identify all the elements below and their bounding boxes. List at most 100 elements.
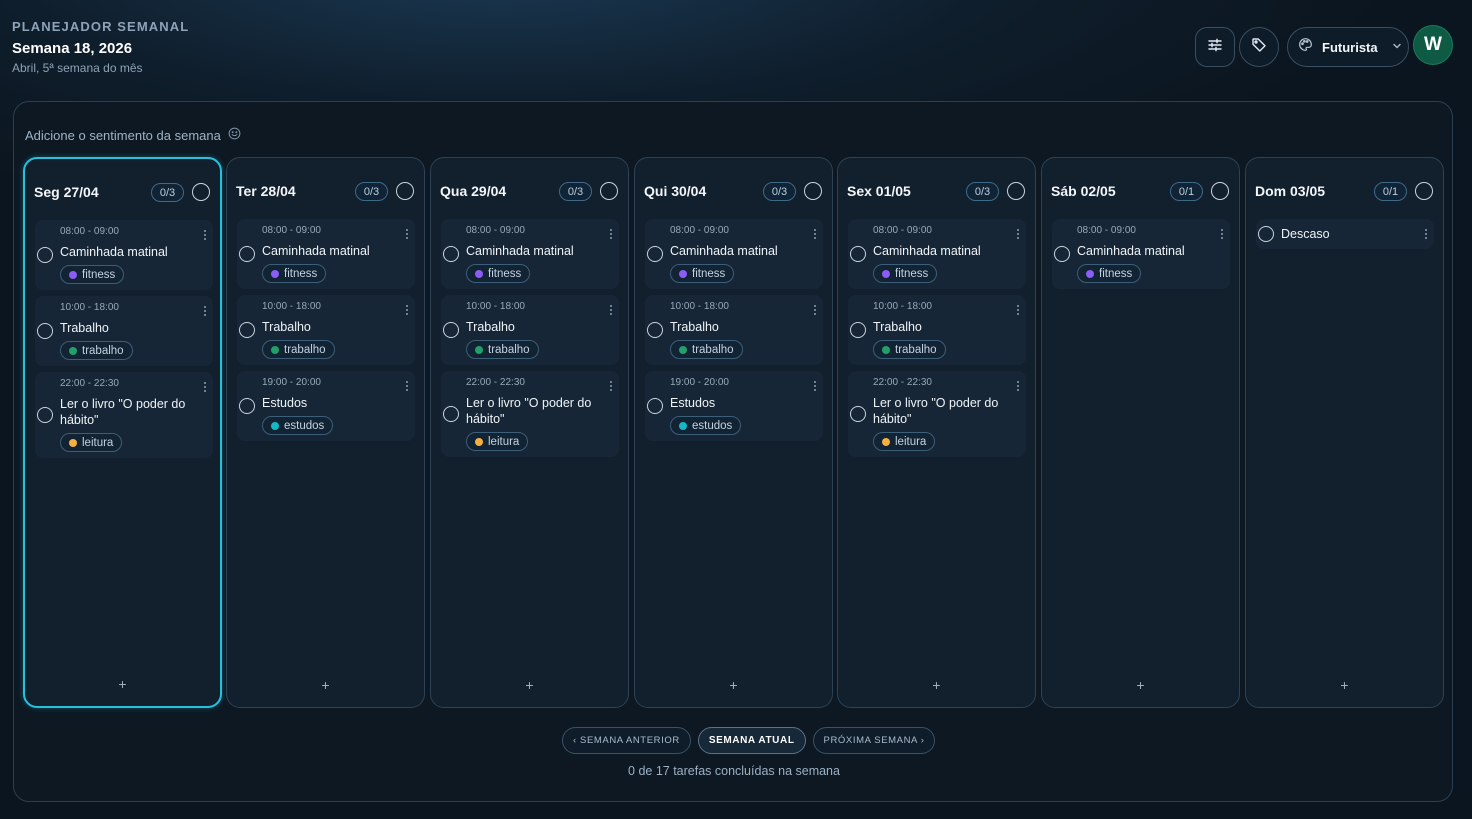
day-complete-checkbox[interactable] xyxy=(600,182,618,200)
task-card[interactable]: 10:00 - 18:00 Trabalho trabalho xyxy=(441,295,619,365)
task-card[interactable]: 22:00 - 22:30 Ler o livro "O poder do háb… xyxy=(441,371,619,457)
task-time: 22:00 - 22:30 xyxy=(60,378,119,389)
tags-button[interactable] xyxy=(1239,27,1279,67)
add-task-button[interactable]: + xyxy=(431,677,628,693)
add-task-button[interactable]: + xyxy=(1042,677,1239,693)
more-vertical-icon[interactable] xyxy=(1220,229,1224,243)
task-checkbox[interactable] xyxy=(37,323,53,339)
task-card[interactable]: 10:00 - 18:00 Trabalho trabalho xyxy=(35,296,213,366)
add-task-button[interactable]: + xyxy=(25,676,220,692)
task-card[interactable]: 08:00 - 09:00 Caminhada matinal fitness xyxy=(237,219,415,289)
more-vertical-icon[interactable] xyxy=(405,229,409,243)
more-vertical-icon[interactable] xyxy=(203,306,207,320)
task-card[interactable]: 10:00 - 18:00 Trabalho trabalho xyxy=(237,295,415,365)
task-name: Descaso xyxy=(1281,227,1330,241)
task-checkbox[interactable] xyxy=(37,407,53,423)
task-checkbox[interactable] xyxy=(37,247,53,263)
task-checkbox[interactable] xyxy=(443,406,459,422)
more-vertical-icon[interactable] xyxy=(1016,381,1020,395)
task-checkbox[interactable] xyxy=(850,406,866,422)
tag-label: fitness xyxy=(488,267,522,280)
add-task-button[interactable]: + xyxy=(838,677,1035,693)
task-tag[interactable]: estudos xyxy=(670,416,742,435)
task-tag[interactable]: leitura xyxy=(466,432,529,451)
task-checkbox[interactable] xyxy=(647,398,663,414)
previous-week-button[interactable]: ‹ SEMANA ANTERIOR xyxy=(562,727,691,754)
task-checkbox[interactable] xyxy=(850,246,866,262)
task-name: Caminhada matinal xyxy=(60,245,168,259)
day-complete-checkbox[interactable] xyxy=(192,183,210,201)
day-complete-checkbox[interactable] xyxy=(1415,182,1433,200)
task-tag[interactable]: trabalho xyxy=(60,341,133,360)
next-week-button[interactable]: PRÓXIMA SEMANA › xyxy=(812,727,936,754)
more-vertical-icon[interactable] xyxy=(813,381,817,395)
add-task-button[interactable]: + xyxy=(635,677,832,693)
more-vertical-icon[interactable] xyxy=(1016,229,1020,243)
avatar[interactable]: W xyxy=(1413,25,1453,65)
task-tag[interactable]: fitness xyxy=(873,264,938,283)
task-tag[interactable]: fitness xyxy=(670,264,735,283)
more-vertical-icon[interactable] xyxy=(203,382,207,396)
filters-button[interactable] xyxy=(1195,27,1235,67)
task-card[interactable]: 10:00 - 18:00 Trabalho trabalho xyxy=(848,295,1026,365)
task-checkbox[interactable] xyxy=(239,246,255,262)
day-complete-checkbox[interactable] xyxy=(804,182,822,200)
task-checkbox[interactable] xyxy=(1258,226,1274,242)
task-time: 10:00 - 18:00 xyxy=(873,301,932,312)
task-tag[interactable]: fitness xyxy=(60,265,125,284)
add-task-button[interactable]: + xyxy=(1246,677,1443,693)
more-vertical-icon[interactable] xyxy=(813,229,817,243)
task-tag[interactable]: leitura xyxy=(60,433,123,452)
task-tag[interactable]: trabalho xyxy=(466,340,539,359)
task-checkbox[interactable] xyxy=(443,246,459,262)
task-time: 08:00 - 09:00 xyxy=(670,225,729,236)
task-time: 10:00 - 18:00 xyxy=(262,301,321,312)
task-card[interactable]: 08:00 - 09:00 Caminhada matinal fitness xyxy=(441,219,619,289)
more-vertical-icon[interactable] xyxy=(609,381,613,395)
task-checkbox[interactable] xyxy=(1054,246,1070,262)
task-checkbox[interactable] xyxy=(647,246,663,262)
more-vertical-icon[interactable] xyxy=(609,229,613,243)
day-complete-checkbox[interactable] xyxy=(1007,182,1025,200)
task-card[interactable]: 19:00 - 20:00 Estudos estudos xyxy=(237,371,415,441)
task-tag[interactable]: fitness xyxy=(262,264,327,283)
task-card[interactable]: 22:00 - 22:30 Ler o livro "O poder do háb… xyxy=(35,372,213,458)
more-vertical-icon[interactable] xyxy=(203,230,207,244)
task-tag[interactable]: fitness xyxy=(466,264,531,283)
task-checkbox[interactable] xyxy=(443,322,459,338)
task-card[interactable]: 08:00 - 09:00 Caminhada matinal fitness xyxy=(35,220,213,290)
current-week-button[interactable]: SEMANA ATUAL xyxy=(697,727,806,754)
task-checkbox[interactable] xyxy=(850,322,866,338)
task-tag[interactable]: trabalho xyxy=(262,340,335,359)
more-vertical-icon[interactable] xyxy=(1424,229,1428,243)
task-tag[interactable]: estudos xyxy=(262,416,334,435)
task-card[interactable]: 10:00 - 18:00 Trabalho trabalho xyxy=(645,295,823,365)
task-card[interactable]: 08:00 - 09:00 Caminhada matinal fitness xyxy=(848,219,1026,289)
add-sentiment-button[interactable]: Adicione o sentimento da semana xyxy=(25,127,241,143)
task-checkbox[interactable] xyxy=(239,322,255,338)
task-card[interactable]: 08:00 - 09:00 Caminhada matinal fitness xyxy=(1052,219,1230,289)
task-list: Descaso xyxy=(1256,219,1434,255)
more-vertical-icon[interactable] xyxy=(813,305,817,319)
task-card[interactable]: 08:00 - 09:00 Caminhada matinal fitness xyxy=(645,219,823,289)
theme-selector[interactable]: Futurista xyxy=(1287,27,1409,67)
task-card[interactable]: 22:00 - 22:30 Ler o livro "O poder do háb… xyxy=(848,371,1026,457)
more-vertical-icon[interactable] xyxy=(609,305,613,319)
day-complete-checkbox[interactable] xyxy=(1211,182,1229,200)
add-task-button[interactable]: + xyxy=(227,677,424,693)
more-vertical-icon[interactable] xyxy=(405,305,409,319)
task-tag[interactable]: trabalho xyxy=(670,340,743,359)
more-vertical-icon[interactable] xyxy=(405,381,409,395)
task-tag[interactable]: fitness xyxy=(1077,264,1142,283)
task-checkbox[interactable] xyxy=(239,398,255,414)
day-column: Seg 27/04 0/3 08:00 - 09:00 Caminhada matin… xyxy=(23,157,222,708)
day-complete-checkbox[interactable] xyxy=(396,182,414,200)
task-checkbox[interactable] xyxy=(647,322,663,338)
task-card[interactable]: 19:00 - 20:00 Estudos estudos xyxy=(645,371,823,441)
task-tag[interactable]: leitura xyxy=(873,432,936,451)
more-vertical-icon[interactable] xyxy=(1016,305,1020,319)
task-tag[interactable]: trabalho xyxy=(873,340,946,359)
day-progress-badge: 0/1 xyxy=(1170,182,1203,201)
task-card[interactable]: Descaso xyxy=(1256,219,1434,249)
week-subtitle: Abril, 5ª semana do mês xyxy=(12,61,143,75)
